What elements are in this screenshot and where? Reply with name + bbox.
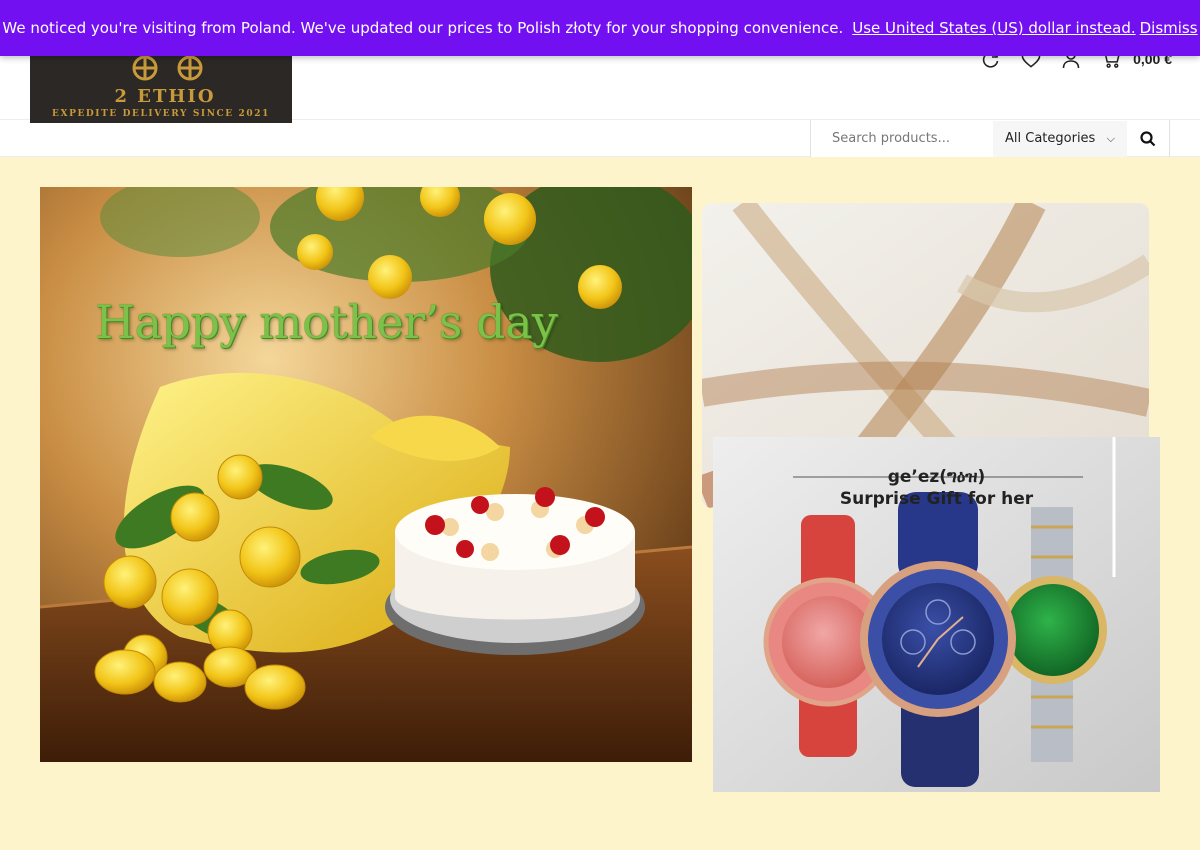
notice-message: We noticed you're visiting from Poland. … xyxy=(2,19,844,37)
watch-gift-banner[interactable]: ge’ez(ግዕዝ) Surprise Gift for her xyxy=(713,437,1160,792)
search-input[interactable] xyxy=(811,120,993,157)
dismiss-link[interactable]: Dismiss xyxy=(1140,19,1198,37)
category-select[interactable]: All Categories ⌵ xyxy=(993,120,1127,157)
search-button[interactable] xyxy=(1127,121,1169,157)
svg-text:2 ETHIO: 2 ETHIO xyxy=(114,86,215,107)
logo-tagline: EXPEDITE DELIVERY SINCE 2021 xyxy=(52,109,270,119)
search-icon xyxy=(1140,130,1156,146)
mothers-day-image xyxy=(40,187,692,762)
chevron-down-icon: ⌵ xyxy=(1106,131,1115,145)
use-usd-link[interactable]: Use United States (US) dollar instead. xyxy=(852,19,1135,37)
watch-banner-title: ge’ez(ግዕዝ) xyxy=(887,467,986,487)
currency-notice-bar: We noticed you're visiting from Poland. … xyxy=(0,0,1200,56)
watch-banner-subtitle: Surprise Gift for her xyxy=(839,489,1034,509)
banner-headline: Happy mother’s day xyxy=(95,295,558,349)
category-select-value: All Categories xyxy=(1005,131,1096,146)
mothers-day-banner[interactable]: Happy mother’s day xyxy=(40,187,692,762)
product-search: All Categories ⌵ xyxy=(810,120,1170,157)
search-bar-row: All Categories ⌵ xyxy=(0,119,1200,157)
